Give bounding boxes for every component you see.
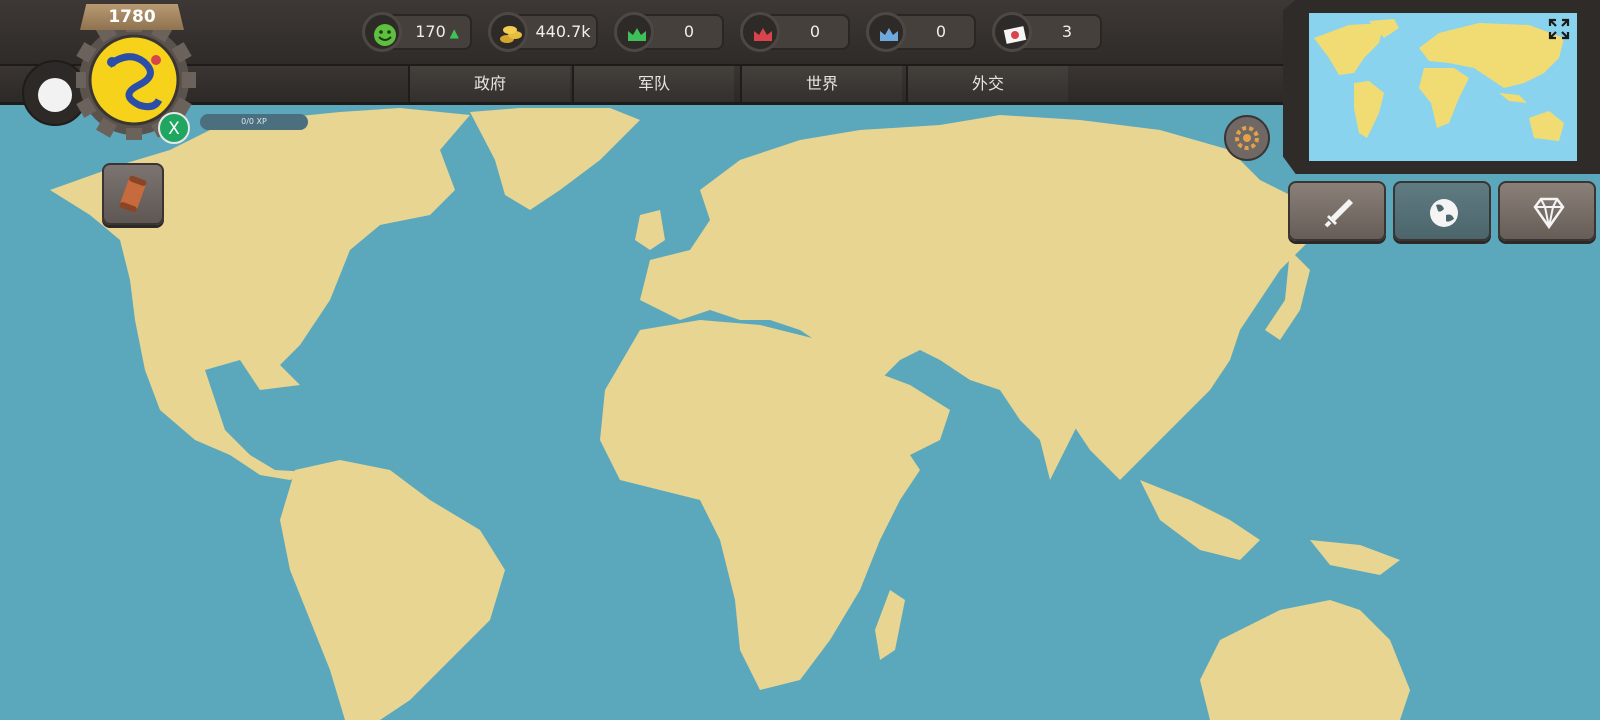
- gear-icon: [1235, 126, 1259, 150]
- resource-red-crown[interactable]: 0: [740, 12, 852, 52]
- coins-icon: [488, 12, 528, 52]
- blue-crown-icon: [866, 12, 906, 52]
- resource-value: 170 ▲: [415, 22, 459, 41]
- trend-up-icon: ▲: [445, 26, 459, 40]
- resource-blue-crown[interactable]: 0: [866, 12, 978, 52]
- minimap[interactable]: [1309, 13, 1577, 161]
- resource-value: 3: [1061, 22, 1073, 41]
- fullscreen-icon[interactable]: [1548, 18, 1570, 40]
- tab-diplomacy[interactable]: 外交: [906, 66, 1068, 102]
- scroll-icon: [119, 175, 147, 213]
- diamond-icon: [1533, 197, 1565, 230]
- world-button[interactable]: [1393, 181, 1491, 241]
- resource-gold[interactable]: 440.7k: [488, 12, 600, 52]
- red-crown-icon: [740, 12, 780, 52]
- resource-value: 440.7k: [535, 22, 591, 41]
- military-button[interactable]: [1288, 181, 1386, 241]
- resource-flag[interactable]: 3: [992, 12, 1104, 52]
- gems-button[interactable]: [1498, 181, 1596, 241]
- resource-value: 0: [809, 22, 821, 41]
- tab-world[interactable]: 世界: [740, 66, 902, 102]
- tab-government[interactable]: 政府: [408, 66, 570, 102]
- japan-flag-icon: [992, 12, 1032, 52]
- player-badge[interactable]: X: [158, 112, 190, 144]
- resource-green-crown[interactable]: 0: [614, 12, 726, 52]
- events-button[interactable]: [102, 163, 164, 225]
- xp-progress-bar: 0/0 XP: [200, 114, 308, 130]
- globe-icon: [1430, 199, 1458, 227]
- tab-army[interactable]: 军队: [572, 66, 734, 102]
- resource-value: 0: [935, 22, 947, 41]
- resource-happiness[interactable]: 170 ▲: [362, 12, 474, 52]
- smiley-icon: [362, 12, 402, 52]
- sword-icon: [1324, 199, 1353, 228]
- green-crown-icon: [614, 12, 654, 52]
- toggle-knob: [38, 78, 72, 112]
- resource-value: 0: [683, 22, 695, 41]
- year-label: 1780: [80, 4, 184, 30]
- settings-button[interactable]: [1224, 115, 1270, 161]
- minimap-world: [1314, 19, 1564, 141]
